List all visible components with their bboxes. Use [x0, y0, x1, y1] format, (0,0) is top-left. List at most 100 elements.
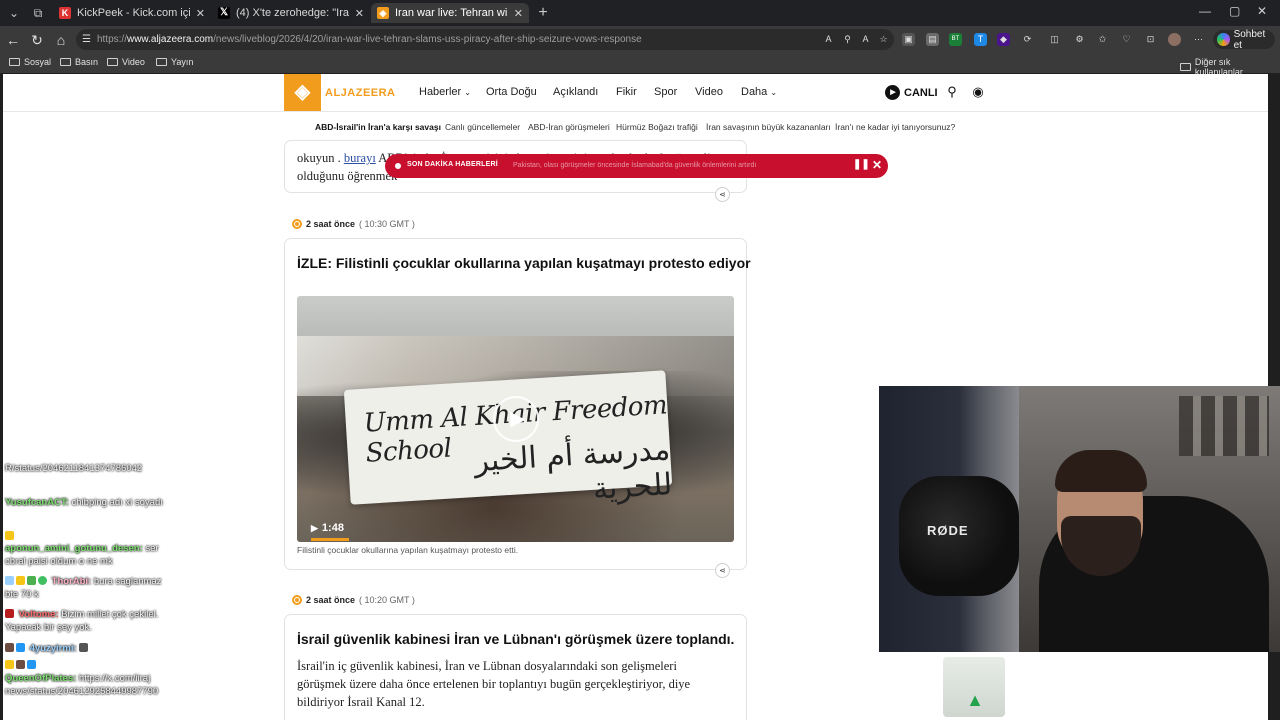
close-window-icon[interactable]: ✕ — [1257, 4, 1267, 18]
new-tab-icon[interactable]: + — [534, 4, 552, 22]
post-headline: İZLE: Filistinli çocuklar okullarına yap… — [297, 255, 751, 271]
video-player[interactable]: Umm Al Khair Freedom School مدرسة أم الخ… — [297, 296, 734, 542]
nav-fikir[interactable]: Fikir — [616, 86, 637, 98]
emote-icon — [16, 576, 25, 585]
settings-icon[interactable]: ⚙ — [1073, 33, 1086, 46]
aljazeera-logo-icon[interactable]: ◈ — [284, 74, 321, 111]
translate-icon[interactable]: A — [822, 33, 835, 46]
chat-username: aponun_amini_gotunu_desen: — [5, 543, 143, 554]
chevron-down-icon: ⌄ — [464, 88, 471, 97]
chat-message: R/status/2046211841374786042 — [5, 462, 175, 475]
extension-icon[interactable]: ⟳ — [1021, 33, 1034, 46]
workspaces-icon[interactable]: ⧉ — [29, 4, 47, 22]
live-dot-icon — [292, 595, 302, 605]
site-logo[interactable]: ALJAZEERA — [325, 87, 396, 99]
tab-title: Iran war live: Tehran will skip talks — [395, 7, 508, 19]
emote-icon — [16, 660, 25, 669]
tab-kickpeek[interactable]: K KickPeek - Kick.com için Gerçek Za ✕ — [53, 3, 211, 23]
nav-video[interactable]: Video — [695, 86, 723, 98]
chevron-down-icon: ⌄ — [770, 88, 778, 97]
extension-icon[interactable]: ▤ — [926, 33, 939, 46]
refresh-icon[interactable]: ↻ — [28, 31, 46, 49]
home-icon[interactable]: ⌂ — [52, 31, 70, 49]
tab-title: (4) X'te zerohedge: "Iran willing to — [236, 7, 349, 19]
tab-menu-chevron-icon[interactable]: ⌄ — [5, 4, 23, 22]
live-button[interactable]: ▶ CANLI — [885, 85, 938, 100]
share-icon[interactable]: ⋖ — [715, 187, 730, 202]
nav-spor[interactable]: Spor — [654, 86, 677, 98]
site-info-icon[interactable]: ☰ — [82, 34, 91, 45]
post-body: İsrail'in iç güvenlik kabinesi, İran ve … — [297, 659, 691, 709]
close-tab-icon[interactable]: ✕ — [355, 7, 364, 20]
back-icon[interactable]: ← — [4, 31, 22, 49]
subnav-item[interactable]: ABD-İran görüşmeleri — [528, 122, 610, 132]
emote-icon — [5, 660, 14, 669]
bookmark-folder-yayin[interactable]: Yayın — [156, 57, 193, 67]
url-text: https://www.aljazeera.com/news/liveblog/… — [96, 34, 642, 45]
chat-message: 4yuzyirmi: — [5, 642, 175, 655]
kickpeek-favicon-icon: K — [59, 7, 71, 19]
favorite-star-icon[interactable]: ☆ — [877, 33, 890, 46]
nav-orta-dogu[interactable]: Orta Doğu — [486, 86, 537, 98]
tab-aljazeera[interactable]: ◈ Iran war live: Tehran will skip talks … — [371, 3, 529, 23]
maximize-icon[interactable]: ▢ — [1229, 4, 1240, 18]
subnav-item[interactable]: Canlı güncellemeler — [445, 122, 520, 132]
tab-x-zerohedge[interactable]: 𝕏 (4) X'te zerohedge: "Iran willing to ✕ — [212, 3, 370, 23]
minimize-icon[interactable]: — — [1199, 4, 1211, 18]
webcam-hair — [1055, 450, 1147, 492]
heart-icon[interactable]: ♡ — [1120, 33, 1133, 46]
video-caption: Filistinli çocuklar okullarına yapılan k… — [297, 545, 519, 555]
chat-message: QueenOfPlates: https://x.com/iiraj news/… — [5, 659, 175, 698]
subnav-item[interactable]: İran'ı ne kadar iyi tanıyorsunuz? — [835, 122, 955, 132]
subnav-item[interactable]: İran savaşının büyük kazananları — [706, 122, 831, 132]
collections-icon[interactable]: ✩ — [1096, 33, 1109, 46]
close-tab-icon[interactable]: ✕ — [196, 7, 205, 20]
emote-icon — [5, 531, 14, 540]
chat-text: chibping adı xi soyadı — [71, 497, 163, 508]
bookmark-folder-sosyal[interactable]: Sosyal — [9, 57, 51, 67]
copilot-chat-button[interactable]: Sohbet et — [1213, 29, 1275, 51]
extension-icon[interactable]: ▣ — [902, 33, 915, 46]
post-headline: İsrail güvenlik kabinesi İran ve Lübnan'… — [297, 631, 735, 647]
pause-icon[interactable]: ❚❚ — [853, 159, 870, 170]
cup-overlay: ▲ — [943, 657, 1005, 717]
live-post-card: İsrail güvenlik kabinesi İran ve Lübnan'… — [284, 614, 747, 720]
close-tab-icon[interactable]: ✕ — [514, 7, 523, 20]
extension-icon[interactable]: BT — [949, 33, 962, 46]
chat-username: 4yuzyirmi: — [29, 643, 77, 654]
share-icon[interactable]: ⋖ — [715, 563, 730, 578]
breaking-label: SON DAKİKA HABERLERİ — [407, 161, 498, 168]
post-link[interactable]: burayı — [344, 151, 376, 165]
breaking-news-bar[interactable]: SON DAKİKA HABERLERİ Pakistan, olası gör… — [385, 154, 888, 178]
screenshot-icon[interactable]: ⊡ — [1144, 33, 1157, 46]
play-icon[interactable]: ▶ — [493, 396, 539, 442]
nav-daha[interactable]: Daha ⌄ — [741, 86, 777, 98]
account-icon[interactable]: ◉ — [970, 84, 986, 100]
address-bar[interactable]: ☰ https://www.aljazeera.com/news/liveblo… — [76, 29, 894, 50]
aljazeera-favicon-icon: ◈ — [377, 7, 389, 19]
bookmark-folder-basin[interactable]: Basın — [60, 57, 98, 67]
more-icon[interactable]: ⋯ — [1192, 33, 1205, 46]
zoom-icon[interactable]: ⚲ — [841, 33, 854, 46]
search-icon[interactable]: ⚲ — [944, 84, 960, 100]
chat-message: ThorAbi: bura saglanmaz bte 70 k — [5, 575, 175, 601]
bookmark-folder-video[interactable]: Video — [107, 57, 145, 67]
close-icon[interactable]: ✕ — [872, 158, 882, 172]
subnav-item[interactable]: Hürmüz Boğazı trafiği — [616, 122, 698, 132]
breaking-text[interactable]: Pakistan, olası görüşmeler öncesinde İsl… — [513, 162, 756, 169]
extension-icon[interactable]: T — [974, 33, 987, 46]
emote-icon — [38, 576, 47, 585]
extension-icon[interactable]: ◆ — [997, 33, 1010, 46]
progress-bar — [311, 538, 349, 541]
chat-username: YusufcanACT: — [5, 497, 69, 508]
tab-bar: ⌄ ⧉ K KickPeek - Kick.com için Gerçek Za… — [0, 0, 1280, 26]
duration-text: 1:48 — [321, 522, 344, 534]
avatar[interactable] — [1168, 33, 1181, 46]
folder-icon — [156, 58, 167, 66]
read-aloud-icon[interactable]: A — [859, 33, 872, 46]
nav-haberler[interactable]: Haberler ⌄ — [419, 86, 471, 98]
copilot-icon — [1217, 33, 1230, 46]
subnav-item[interactable]: ABD-İsrail'in İran'a karşı savaşı — [315, 122, 441, 132]
nav-aciklandi[interactable]: Açıklandı — [553, 86, 598, 98]
split-screen-icon[interactable]: ◫ — [1048, 33, 1061, 46]
